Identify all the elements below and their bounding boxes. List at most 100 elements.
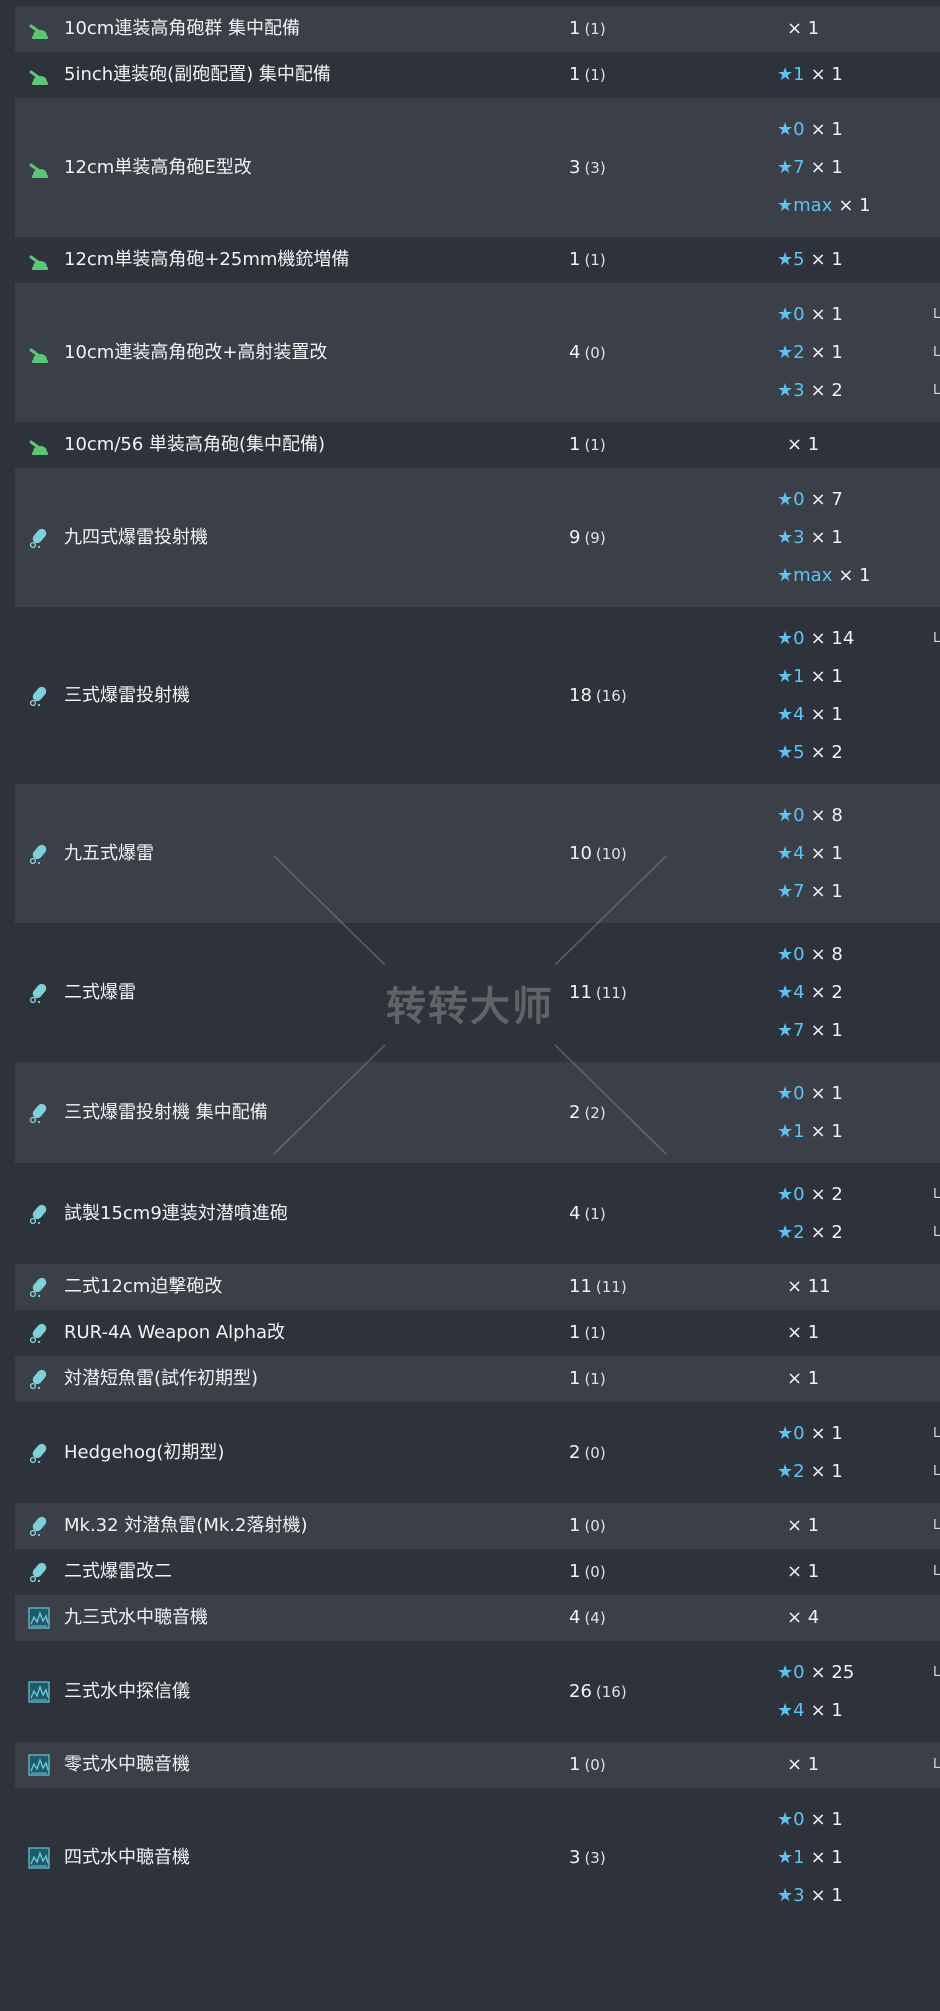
improvement-list: ★0 × 1 ★1 × 1 ★3 × 1 — [777, 1801, 843, 1915]
improvement-level: 3 — [793, 1884, 805, 1906]
improvement-line: ★3 × 1 — [777, 519, 871, 557]
lock-mark: L — [933, 630, 940, 646]
improvement-line: ★4 × 1 — [777, 835, 843, 873]
improvement-qty: × 11 — [787, 1276, 831, 1297]
equipment-row[interactable]: 試製15cm9連装対潜噴進砲 4 (1) ★0 × 2 ★2 × 2LL — [15, 1163, 940, 1264]
improvement-level: 2 — [793, 341, 805, 363]
sonar-icon-wrap — [28, 1846, 50, 1869]
lock-mark: L — [933, 1518, 940, 1533]
equipment-row[interactable]: 5inch連装砲(副砲配置) 集中配備 1 (1) ★1 × 1 — [15, 52, 940, 98]
equipment-row[interactable]: 二式12cm迫撃砲改 11 (11) × 11 — [15, 1264, 940, 1310]
improvement-list: × 1 — [777, 1360, 819, 1398]
improvement-list: ★0 × 1 ★1 × 1 — [777, 1075, 843, 1151]
improvement-level: 7 — [793, 1019, 805, 1041]
improvement-line: × 1 — [777, 1553, 819, 1591]
improvement-line: ★0 × 1 — [777, 1075, 843, 1113]
equipment-row[interactable]: RUR-4A Weapon Alpha改 1 (1) × 1 — [15, 1310, 940, 1356]
count-total: 1 — [569, 1368, 581, 1389]
equipment-row[interactable]: 九三式水中聴音機 4 (4) × 4 — [15, 1595, 940, 1641]
equipment-row[interactable]: 10cm/56 単装高角砲(集中配備) 1 (1) × 1 — [15, 422, 940, 468]
equipment-row[interactable]: 12cm単装高角砲E型改 3 (3) ★0 × 1 ★7 × 1 ★max × 1 — [15, 98, 940, 237]
improvement-qty: × 14 — [810, 627, 855, 649]
depth-charge-icon-wrap — [28, 1276, 50, 1298]
aa-gun-icon — [29, 255, 48, 270]
improvement-list: ★1 × 1 — [777, 56, 843, 94]
lock-mark: L — [933, 1463, 940, 1479]
improvement-qty: × 1 — [838, 564, 871, 586]
lock-marks: L — [933, 620, 940, 772]
equipment-row[interactable]: 九五式爆雷 10 (10) ★0 × 8 ★4 × 1 ★7 × 1 — [15, 784, 940, 923]
equipment-row[interactable]: 二式爆雷 11 (11) ★0 × 8 ★4 × 2 ★7 × 1 — [15, 923, 940, 1062]
star-icon: ★ — [777, 981, 794, 1003]
equipment-row[interactable]: 対潜短魚雷(試作初期型) 1 (1) × 1 — [15, 1356, 940, 1402]
count-total: 11 — [569, 981, 592, 1003]
equipment-count: 18 (16) — [569, 685, 627, 707]
improvement-line: ★7 × 1 — [777, 149, 871, 187]
star-icon: ★ — [777, 118, 794, 140]
count-unlocked: (16) — [595, 686, 627, 705]
star-icon: ★ — [777, 303, 794, 325]
improvement-qty: × 1 — [810, 64, 843, 85]
improvement-list: ★0 × 25 ★4 × 1 — [777, 1654, 854, 1730]
improvement-list: × 1 — [777, 10, 819, 48]
lock-mark: L — [933, 306, 940, 322]
improvement-list: × 1 — [777, 426, 819, 464]
equipment-row[interactable]: 三式爆雷投射機 集中配備 2 (2) ★0 × 1 ★1 × 1 — [15, 1062, 940, 1163]
count-total: 1 — [569, 434, 581, 455]
count-unlocked: (1) — [584, 1370, 606, 1388]
equipment-count: 1 (1) — [569, 434, 606, 456]
improvement-qty: × 2 — [810, 1221, 843, 1243]
star-icon: ★ — [777, 1120, 794, 1142]
count-total: 2 — [569, 1441, 581, 1463]
improvement-level: 0 — [793, 303, 805, 325]
depth-charge-icon-wrap — [28, 1515, 50, 1537]
equipment-name: 三式爆雷投射機 集中配備 — [64, 1101, 268, 1123]
equipment-row[interactable]: 10cm連装高角砲改+高射装置改 4 (0) ★0 × 1 ★2 × 1 ★3 × 2LLL — [15, 283, 940, 422]
equipment-row[interactable]: 二式爆雷改二 1 (0) × 1 L — [15, 1549, 940, 1595]
lock-mark — [933, 734, 940, 772]
equipment-row[interactable]: 四式水中聴音機 3 (3) ★0 × 1 ★1 × 1 ★3 × 1 — [15, 1788, 940, 1927]
improvement-level: 0 — [793, 627, 805, 649]
equipment-row[interactable]: 10cm連装高角砲群 集中配備 1 (1) × 1 — [15, 6, 940, 52]
improvement-line: ★0 × 2 — [777, 1176, 843, 1214]
star-icon: ★ — [777, 627, 794, 649]
equipment-row[interactable]: 12cm単装高角砲+25mm機銃増備 1 (1) ★5 × 1 — [15, 237, 940, 283]
improvement-line: ★4 × 1 — [777, 1692, 854, 1730]
improvement-line: ★max × 1 — [777, 187, 871, 225]
count-unlocked: (1) — [584, 1204, 606, 1223]
count-total: 18 — [569, 684, 592, 706]
count-total: 4 — [569, 1607, 581, 1628]
equipment-row[interactable]: 九四式爆雷投射機 9 (9) ★0 × 7 ★3 × 1 ★max × 1 — [15, 468, 940, 607]
equipment-row[interactable]: 三式爆雷投射機 18 (16) ★0 × 14 ★1 × 1 ★4 × 1 ★5 × 2L — [15, 607, 940, 784]
equipment-row[interactable]: 零式水中聴音機 1 (0) × 1 L — [15, 1742, 940, 1788]
equipment-name: 10cm連装高角砲群 集中配備 — [64, 18, 301, 39]
depth-charge-icon — [29, 528, 47, 548]
equipment-name: 九四式爆雷投射機 — [64, 526, 208, 548]
count-unlocked: (2) — [584, 1103, 606, 1122]
equipment-count: 2 (2) — [569, 1102, 606, 1124]
improvement-level: 0 — [793, 488, 805, 510]
count-unlocked: (1) — [584, 436, 606, 454]
improvement-level: 0 — [793, 1422, 805, 1444]
equipment-count: 1 (1) — [569, 1368, 606, 1390]
star-icon: ★ — [777, 526, 794, 548]
lock-mark: L — [933, 1186, 940, 1202]
depth-charge-icon-wrap — [28, 1442, 50, 1464]
equipment-row[interactable]: Mk.32 対潜魚雷(Mk.2落射機) 1 (0) × 1 L — [15, 1503, 940, 1549]
improvement-qty: × 1 — [810, 341, 843, 363]
improvement-line: ★0 × 8 — [777, 936, 843, 974]
equipment-name: 四式水中聴音機 — [64, 1846, 190, 1868]
improvement-level: 0 — [793, 1661, 805, 1683]
equipment-row[interactable]: Hedgehog(初期型) 2 (0) ★0 × 1 ★2 × 1LL — [15, 1402, 940, 1503]
depth-charge-icon — [29, 1516, 47, 1537]
count-unlocked: (3) — [584, 158, 606, 177]
improvement-line: × 1 — [777, 1314, 819, 1352]
equipment-row[interactable]: 三式水中探信儀 26 (16) ★0 × 25 ★4 × 1L — [15, 1641, 940, 1742]
count-total: 2 — [569, 1101, 581, 1123]
count-unlocked: (0) — [584, 1517, 606, 1535]
improvement-list: ★0 × 1 ★2 × 1 — [777, 1415, 843, 1491]
depth-charge-icon-wrap — [28, 1322, 50, 1344]
improvement-level: 7 — [793, 156, 805, 178]
depth-charge-icon-wrap — [28, 527, 50, 549]
depth-charge-icon — [29, 1323, 47, 1344]
